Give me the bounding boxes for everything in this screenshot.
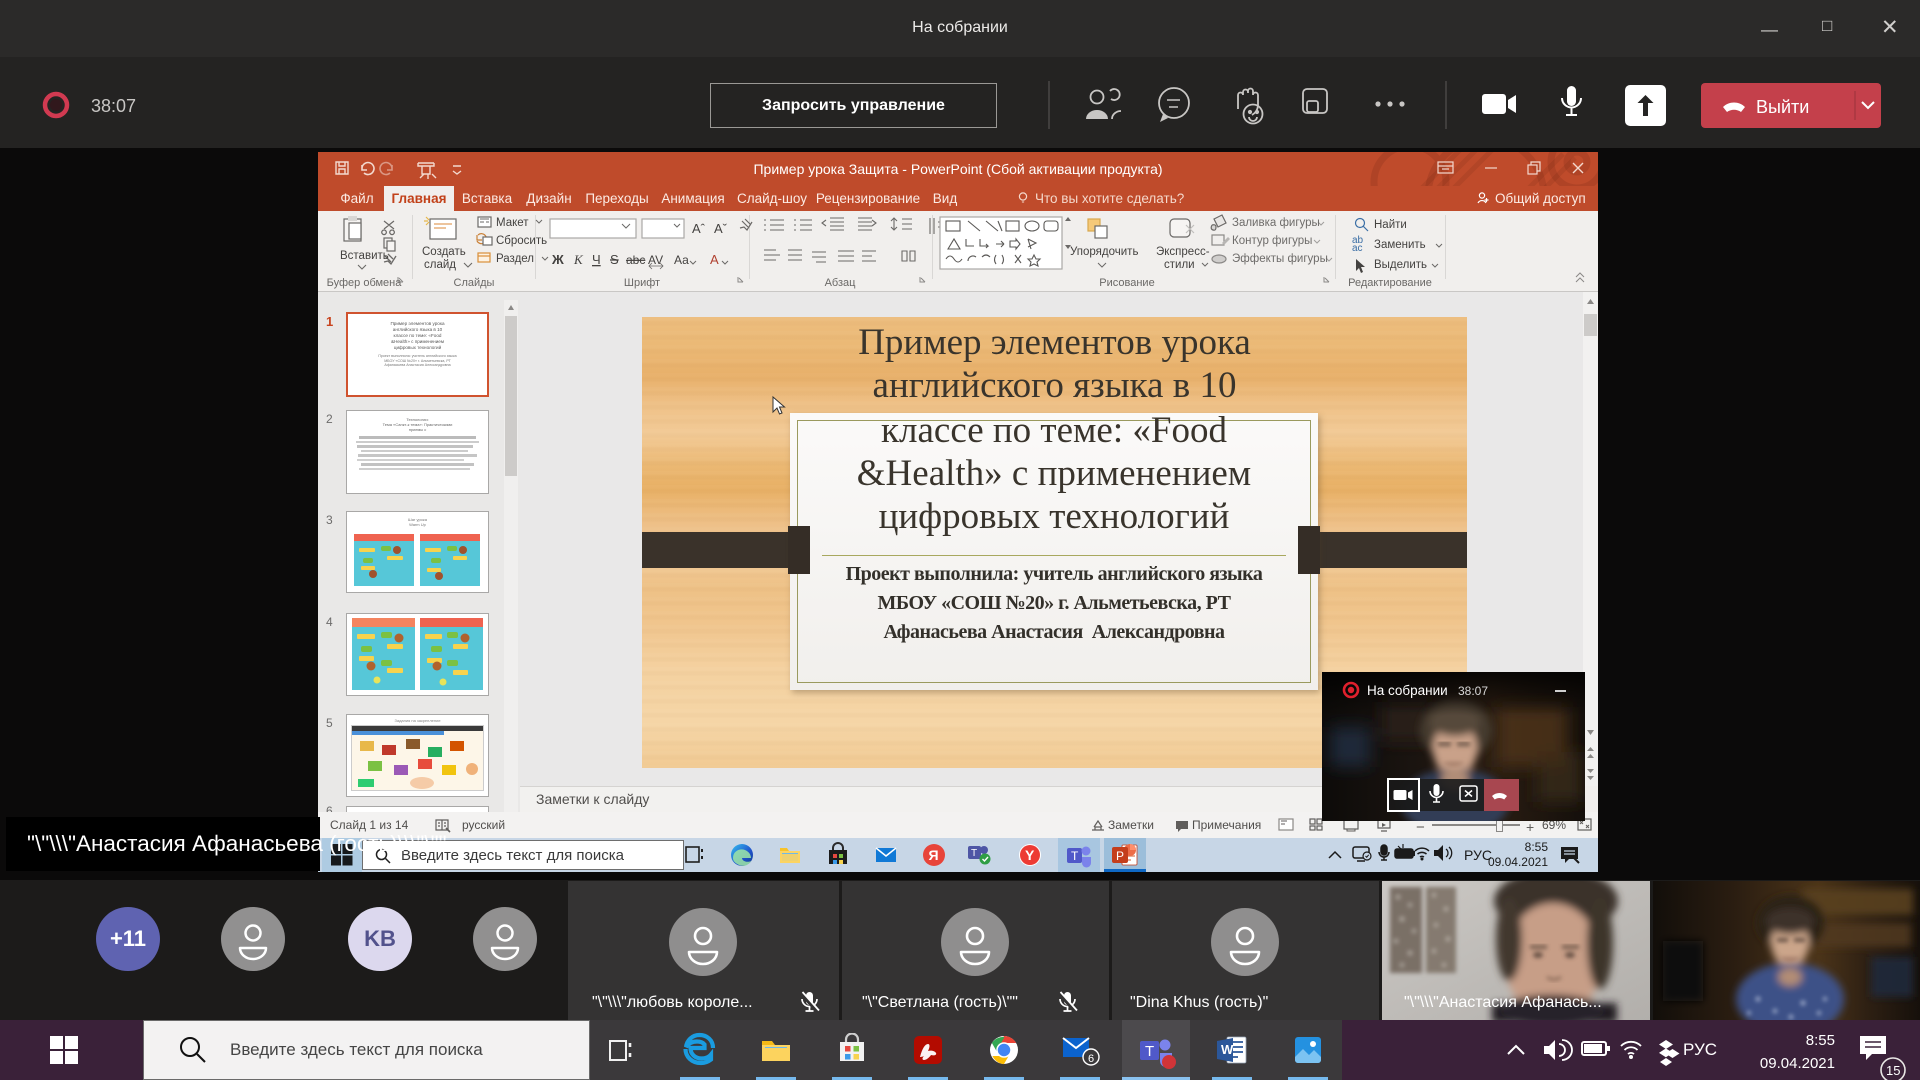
svg-text:К: К	[573, 252, 584, 267]
svg-text:Создать: Создать	[422, 246, 466, 258]
svg-text:T: T	[1071, 849, 1079, 863]
svg-text:стили: стили	[1164, 259, 1195, 271]
svg-text:abc: abc	[626, 253, 645, 267]
svg-text:Вставить: Вставить	[340, 250, 389, 262]
svg-text:38:07: 38:07	[1458, 684, 1488, 698]
svg-text:Ч: Ч	[592, 252, 601, 267]
svg-text:38:07: 38:07	[91, 96, 136, 116]
svg-text:T: T	[971, 848, 977, 859]
svg-text:ac: ac	[1352, 243, 1363, 254]
svg-text:Экспресс-: Экспресс-	[1156, 246, 1210, 258]
svg-text:Аа: Аа	[674, 253, 689, 267]
svg-text:W: W	[1221, 1042, 1234, 1057]
svg-text:6: 6	[1088, 1053, 1094, 1065]
svg-text:Аˆ: Аˆ	[692, 221, 706, 236]
svg-text:Эффекты фигуры: Эффекты фигуры	[1232, 253, 1328, 265]
svg-text:T: T	[1145, 1043, 1154, 1060]
svg-text:Выйти: Выйти	[1756, 97, 1809, 117]
svg-text:Я: Я	[929, 847, 939, 863]
svg-text:Раздел: Раздел	[496, 253, 534, 265]
svg-text:Контур фигуры: Контур фигуры	[1232, 235, 1312, 247]
svg-text:Упорядочить: Упорядочить	[1070, 246, 1138, 258]
svg-text:Аˇ: Аˇ	[714, 221, 728, 236]
svg-text:Заливка фигуры: Заливка фигуры	[1232, 217, 1320, 229]
svg-text:Выделить: Выделить	[1374, 259, 1427, 271]
svg-text:S: S	[610, 252, 619, 267]
svg-text:15: 15	[1886, 1063, 1900, 1078]
svg-text:P: P	[1116, 849, 1124, 863]
svg-text:Сбросить: Сбросить	[496, 235, 547, 247]
svg-text:Заменить: Заменить	[1374, 239, 1426, 251]
svg-text:слайд: слайд	[424, 259, 456, 271]
svg-text:Макет: Макет	[496, 217, 529, 229]
svg-text:Ж: Ж	[551, 252, 564, 267]
svg-text:На собрании: На собрании	[1367, 683, 1448, 698]
svg-text:А: А	[710, 252, 719, 267]
svg-text:Y: Y	[1025, 847, 1035, 863]
svg-text:Найти: Найти	[1374, 219, 1407, 231]
